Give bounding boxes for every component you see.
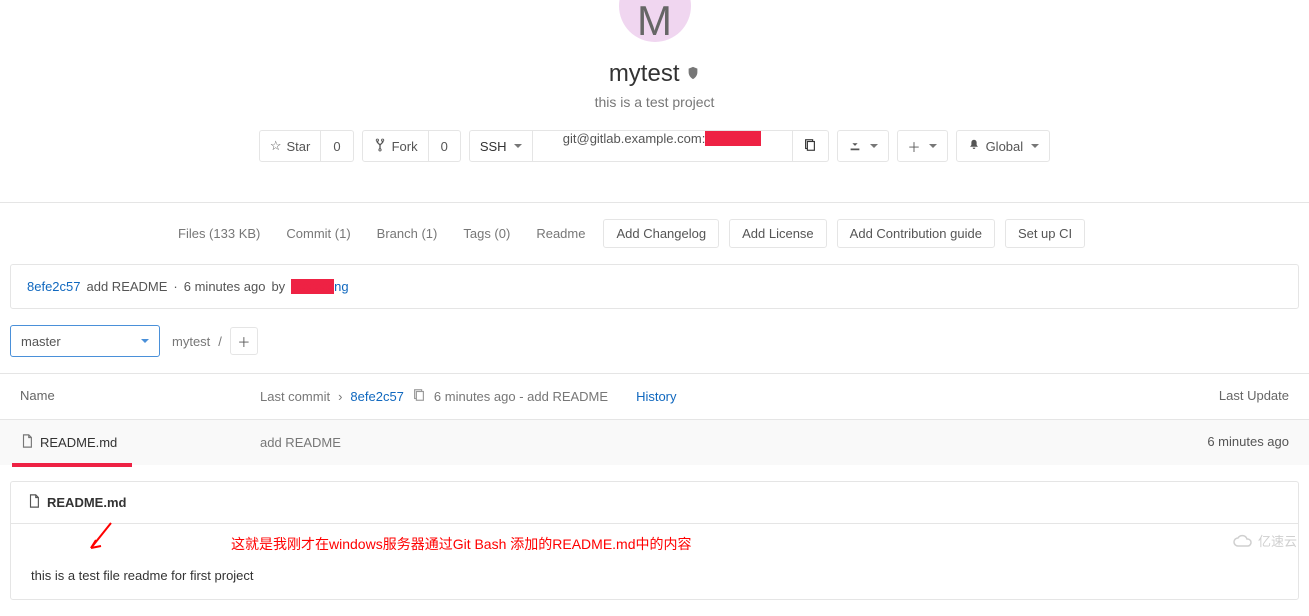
- watermark: 亿速云: [1232, 531, 1297, 550]
- new-file-button[interactable]: ＋: [230, 327, 258, 355]
- fork-button[interactable]: Fork: [362, 130, 429, 162]
- commit-author-link[interactable]: xxxxxxng: [291, 279, 348, 294]
- copy-url-button[interactable]: [793, 130, 829, 162]
- cloud-icon: [1232, 534, 1254, 548]
- annotation-underline: [12, 463, 132, 467]
- action-bar: ☆ Star 0 Fork 0 SSH git@gitlab.example: [0, 130, 1309, 162]
- chevron-down-icon: [1031, 144, 1039, 148]
- commit-message: add README: [87, 279, 168, 294]
- notification-button[interactable]: Global: [956, 130, 1051, 162]
- chevron-down-icon: [929, 144, 937, 148]
- commit-sha-link[interactable]: 8efe2c57: [27, 279, 81, 294]
- readme-filename: README.md: [47, 495, 126, 510]
- file-name: README.md: [40, 435, 117, 450]
- file-list-header: Name Last commit › 8efe2c57 6 minutes ag…: [0, 373, 1309, 419]
- setup-ci-button[interactable]: Set up CI: [1005, 219, 1085, 248]
- clone-url-input[interactable]: git@gitlab.example.com:xxxxxxxx: [533, 130, 793, 162]
- file-name-cell[interactable]: README.md: [20, 434, 260, 451]
- col-commit-header: Last commit › 8efe2c57 6 minutes ago - a…: [260, 388, 1139, 405]
- download-icon: [848, 138, 862, 155]
- tab-branch[interactable]: Branch (1): [369, 220, 446, 247]
- readme-body: 这就是我刚才在windows服务器通过Git Bash 添加的README.md…: [11, 524, 1298, 599]
- table-row[interactable]: README.md add README 6 minutes ago: [0, 419, 1309, 465]
- readme-content: this is a test file readme for first pro…: [31, 568, 1278, 583]
- shield-icon: [686, 67, 700, 83]
- add-contribution-button[interactable]: Add Contribution guide: [837, 219, 995, 248]
- add-changelog-button[interactable]: Add Changelog: [603, 219, 719, 248]
- fork-count: 0: [429, 130, 461, 162]
- branch-name: master: [21, 334, 61, 349]
- author-suffix: ng: [334, 279, 348, 294]
- clone-protocol-dropdown[interactable]: SSH: [469, 130, 533, 162]
- col-name-header: Name: [20, 388, 260, 405]
- copy-icon: [803, 138, 817, 155]
- project-header: M mytest this is a test project ☆ Star 0…: [0, 0, 1309, 182]
- last-commit-summary: 8efe2c57 add README · 6 minutes ago by x…: [10, 264, 1299, 309]
- add-button[interactable]: ＋: [897, 130, 948, 162]
- annotation-arrow-icon: [81, 518, 121, 558]
- last-commit-label: Last commit: [260, 389, 330, 404]
- annotation-text: 这就是我刚才在windows服务器通过Git Bash 添加的README.md…: [231, 534, 692, 554]
- avatar: M: [619, 0, 691, 42]
- bell-icon: [967, 138, 981, 155]
- chevron-down-icon: [514, 144, 522, 148]
- readme-header: README.md: [11, 482, 1298, 524]
- notification-label: Global: [986, 139, 1024, 154]
- star-count: 0: [321, 130, 353, 162]
- fork-icon: [373, 138, 387, 155]
- col-update-header: Last Update: [1139, 388, 1289, 405]
- commit-info: 6 minutes ago - add README: [434, 389, 608, 404]
- project-title: mytest: [0, 60, 1309, 88]
- copy-icon[interactable]: [412, 388, 426, 405]
- clone-url-text: git@gitlab.example.com:: [563, 131, 706, 146]
- tabs-row: Files (133 KB) Commit (1) Branch (1) Tag…: [0, 203, 1309, 264]
- project-name: mytest: [609, 60, 680, 87]
- chevron-down-icon: [870, 144, 878, 148]
- tab-files[interactable]: Files (133 KB): [170, 220, 268, 247]
- readme-card: README.md 这就是我刚才在windows服务器通过Git Bash 添加…: [10, 481, 1299, 600]
- star-icon: ☆: [270, 138, 282, 154]
- breadcrumb-root[interactable]: mytest: [172, 334, 210, 349]
- chevron-down-icon: [141, 339, 149, 343]
- redacted-text: xxxxxxxx: [705, 131, 761, 146]
- file-commit-cell: add README: [260, 434, 1139, 451]
- header-sha-link[interactable]: 8efe2c57: [350, 389, 404, 404]
- add-license-button[interactable]: Add License: [729, 219, 827, 248]
- file-icon: [20, 434, 34, 451]
- redacted-text: xxxxxx: [291, 279, 334, 294]
- branch-select[interactable]: master: [10, 325, 160, 357]
- commit-by-label: by: [271, 279, 285, 294]
- tab-tags[interactable]: Tags (0): [455, 220, 518, 247]
- breadcrumb: mytest / ＋: [172, 327, 258, 355]
- history-link[interactable]: History: [636, 389, 676, 404]
- angle-right-icon: ›: [338, 389, 342, 404]
- fork-label: Fork: [392, 139, 418, 154]
- star-button[interactable]: ☆ Star: [259, 130, 322, 162]
- star-label: Star: [287, 139, 311, 154]
- file-updated-cell: 6 minutes ago: [1139, 434, 1289, 451]
- file-icon: [27, 494, 41, 511]
- commit-sep: ·: [173, 279, 177, 294]
- protocol-label: SSH: [480, 139, 507, 154]
- plus-icon: ＋: [908, 137, 921, 156]
- breadcrumb-sep: /: [218, 334, 222, 349]
- tab-readme[interactable]: Readme: [528, 220, 593, 247]
- branch-row: master mytest / ＋: [0, 325, 1309, 373]
- download-button[interactable]: [837, 130, 889, 162]
- tab-commit[interactable]: Commit (1): [278, 220, 358, 247]
- commit-time: 6 minutes ago: [184, 279, 266, 294]
- watermark-text: 亿速云: [1258, 531, 1297, 550]
- project-description: this is a test project: [0, 94, 1309, 110]
